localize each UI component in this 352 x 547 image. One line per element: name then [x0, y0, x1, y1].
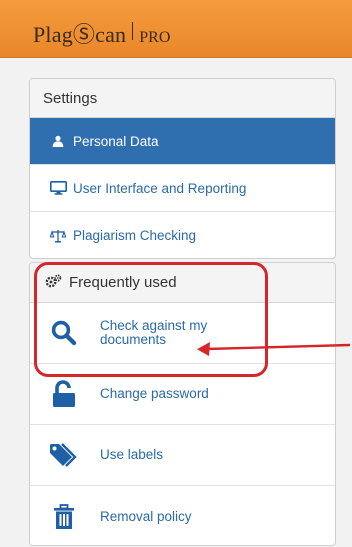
settings-panel-header: Settings [30, 79, 335, 118]
freq-item-label: Check against my documents [100, 318, 208, 347]
scale-icon [47, 229, 69, 243]
freq-item-check-documents[interactable]: Check against my documents [30, 303, 335, 364]
brand-edition: PRO [139, 29, 171, 46]
gears-icon [45, 274, 63, 292]
tags-icon [48, 439, 80, 471]
settings-item-personal-data[interactable]: Personal Data [30, 118, 335, 165]
freq-item-label: Change password [100, 386, 209, 401]
plagscan-logo[interactable]: PlagⓈcan PRO [33, 17, 171, 47]
freq-item-removal-policy[interactable]: Removal policy [30, 486, 335, 545]
settings-item-label: Personal Data [73, 133, 159, 149]
settings-title: Settings [43, 89, 98, 107]
frequently-used-title: Frequently used [69, 274, 177, 291]
user-icon [47, 135, 69, 147]
frequently-used-panel: Frequently used Check against my documen… [29, 262, 336, 546]
freq-item-change-password[interactable]: Change password [30, 364, 335, 425]
freq-item-label: Use labels [100, 447, 164, 462]
settings-item-user-interface[interactable]: User Interface and Reporting [30, 165, 335, 212]
top-bar: PlagⓈcan PRO [0, 0, 352, 58]
frequently-used-header: Frequently used [30, 263, 335, 303]
freq-item-use-labels[interactable]: Use labels [30, 425, 335, 486]
trash-icon [48, 501, 80, 533]
freq-item-label: Removal policy [100, 508, 192, 524]
monitor-icon [47, 181, 69, 195]
settings-panel: Settings Personal Data User Interface an… [29, 78, 336, 259]
settings-item-label: User Interface and Reporting [73, 180, 247, 196]
logo-divider [132, 22, 134, 40]
unlock-icon [48, 378, 80, 410]
brand-name: PlagⓈcan [33, 22, 127, 47]
settings-item-plagiarism-checking[interactable]: Plagiarism Checking [30, 212, 335, 258]
search-icon [48, 317, 80, 349]
settings-item-label: Plagiarism Checking [73, 228, 197, 243]
